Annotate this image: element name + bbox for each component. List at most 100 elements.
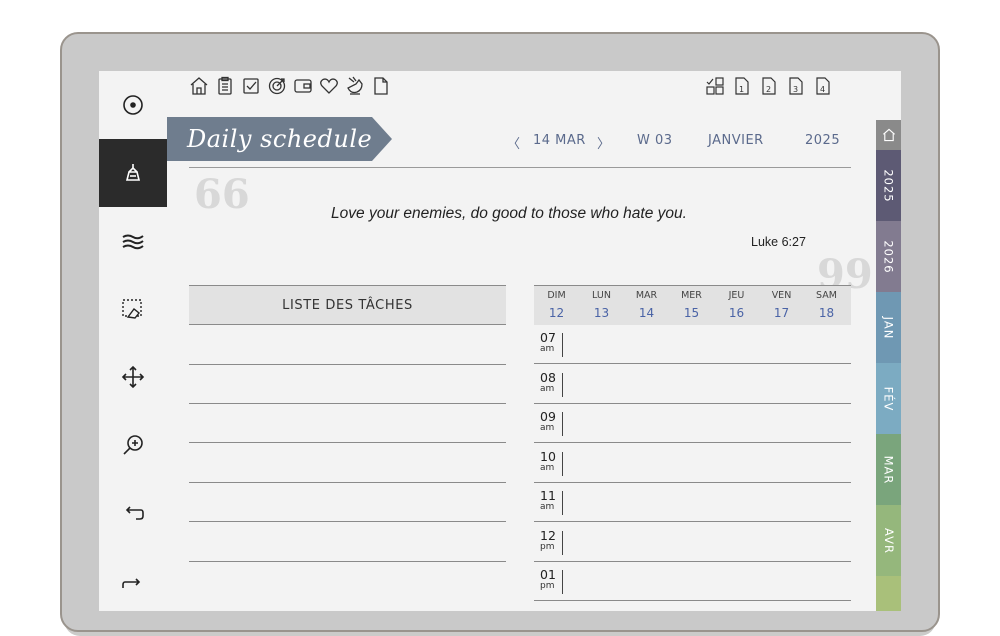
svg-text:1: 1	[739, 85, 744, 94]
lines-icon[interactable]	[99, 207, 167, 275]
prev-day-button[interactable]: 〈	[507, 133, 521, 152]
hour-period: am	[540, 463, 555, 473]
hour-period: am	[540, 502, 555, 512]
hour-number: 07	[540, 330, 556, 345]
bird-icon[interactable]	[345, 75, 365, 97]
tab-jan[interactable]: JAN	[876, 292, 901, 363]
day-number[interactable]: 16	[714, 306, 759, 320]
hour-period: pm	[540, 542, 555, 552]
month-link[interactable]: JANVIER	[708, 133, 764, 148]
page-2-icon[interactable]: 2	[759, 75, 779, 97]
hour-divider	[562, 333, 563, 357]
undo-icon[interactable]	[99, 479, 167, 547]
page-4-icon[interactable]: 4	[813, 75, 833, 97]
tab-label: MAR	[881, 455, 896, 484]
hour-number: 12	[540, 528, 556, 543]
hour-divider	[562, 570, 563, 594]
clipboard-icon[interactable]	[215, 75, 235, 97]
tab-avr[interactable]: AVR	[876, 505, 901, 576]
task-line[interactable]	[189, 403, 506, 404]
day-number[interactable]: 18	[804, 306, 849, 320]
wallet-icon[interactable]	[293, 75, 313, 97]
eraser-select-icon[interactable]	[99, 275, 167, 343]
hour-divider	[562, 531, 563, 555]
svg-text:4: 4	[820, 85, 825, 94]
quote-text: Love your enemies, do good to those who …	[331, 205, 687, 222]
day-number[interactable]: 17	[759, 306, 804, 320]
checkbox-icon[interactable]	[241, 75, 261, 97]
task-line[interactable]	[189, 442, 506, 443]
tab-label: FÉV	[881, 386, 896, 411]
hour-number: 08	[540, 370, 556, 385]
marker-icon[interactable]	[99, 139, 167, 207]
hour-row[interactable]: 08 am	[534, 365, 851, 404]
hour-divider	[562, 373, 563, 397]
home-icon[interactable]	[189, 75, 209, 97]
hour-number: 01	[540, 567, 556, 582]
day-number[interactable]: 14	[624, 306, 669, 320]
hour-row[interactable]: 09 am	[534, 404, 851, 443]
hour-number: 11	[540, 488, 556, 503]
tab-2026[interactable]: 2026	[876, 221, 901, 292]
current-date: 14 MAR	[533, 133, 586, 148]
quote-reference: Luke 6:27	[751, 235, 806, 249]
tab-fev[interactable]: FÉV	[876, 363, 901, 434]
hour-divider	[562, 412, 563, 436]
move-icon[interactable]	[99, 343, 167, 411]
hour-number: 10	[540, 449, 556, 464]
task-line[interactable]	[189, 521, 506, 522]
hour-row[interactable]: 01 pm	[534, 562, 851, 601]
year-link[interactable]: 2025	[805, 133, 840, 148]
left-toolbar	[99, 71, 167, 611]
day-number[interactable]: 12	[534, 306, 579, 320]
svg-text:3: 3	[793, 85, 798, 94]
day-number[interactable]: 13	[579, 306, 624, 320]
hour-divider	[562, 491, 563, 515]
target-icon[interactable]	[267, 75, 287, 97]
hour-row[interactable]: 07 am	[534, 325, 851, 364]
zoom-icon[interactable]	[99, 411, 167, 479]
pen-circle-icon[interactable]	[99, 71, 167, 139]
hour-divider	[562, 452, 563, 476]
day-name: LUN	[592, 290, 611, 301]
task-line[interactable]	[189, 561, 506, 562]
day-name: MAR	[635, 290, 658, 301]
day-name: DIM	[547, 290, 566, 301]
hour-period: am	[540, 423, 555, 433]
hour-period: pm	[540, 581, 555, 591]
hour-row[interactable]: 10 am	[534, 444, 851, 483]
tab-next[interactable]	[876, 576, 901, 611]
hour-number: 09	[540, 409, 556, 424]
week-header: DIM 12 LUN 13 MAR 14 MER 15 JEU 16 VEN 1…	[534, 285, 851, 325]
tab-label: JAN	[881, 316, 896, 339]
svg-text:2: 2	[766, 85, 771, 94]
tab-2025[interactable]: 2025	[876, 150, 901, 221]
task-line[interactable]	[189, 482, 506, 483]
redo-icon[interactable]	[99, 547, 167, 611]
hour-row[interactable]: 12 pm	[534, 523, 851, 562]
day-name: JEU	[728, 290, 745, 301]
tasks-header: LISTE DES TÂCHES	[189, 285, 506, 325]
tab-label: 2026	[881, 239, 896, 274]
page-3-icon[interactable]: 3	[786, 75, 806, 97]
tab-mar[interactable]: MAR	[876, 434, 901, 505]
day-name: SAM	[816, 290, 837, 301]
tab-label: 2025	[881, 168, 896, 203]
hour-period: am	[540, 384, 555, 394]
next-day-button[interactable]: 〉	[597, 133, 611, 152]
week-link[interactable]: W 03	[637, 133, 673, 148]
task-line[interactable]	[189, 364, 506, 365]
top-icon-bar	[189, 75, 391, 97]
page-title: Daily schedule	[187, 125, 373, 153]
hour-period: am	[540, 344, 555, 354]
day-number[interactable]: 15	[669, 306, 714, 320]
page-icon[interactable]	[371, 75, 391, 97]
layout-grid-icon[interactable]	[705, 75, 725, 97]
heart-icon[interactable]	[319, 75, 339, 97]
day-name: MER	[681, 290, 702, 301]
tab-home[interactable]	[876, 120, 901, 150]
hour-row[interactable]: 11 am	[534, 483, 851, 522]
home-icon	[882, 128, 895, 142]
tab-label: AVR	[881, 527, 896, 554]
page-1-icon[interactable]: 1	[732, 75, 752, 97]
